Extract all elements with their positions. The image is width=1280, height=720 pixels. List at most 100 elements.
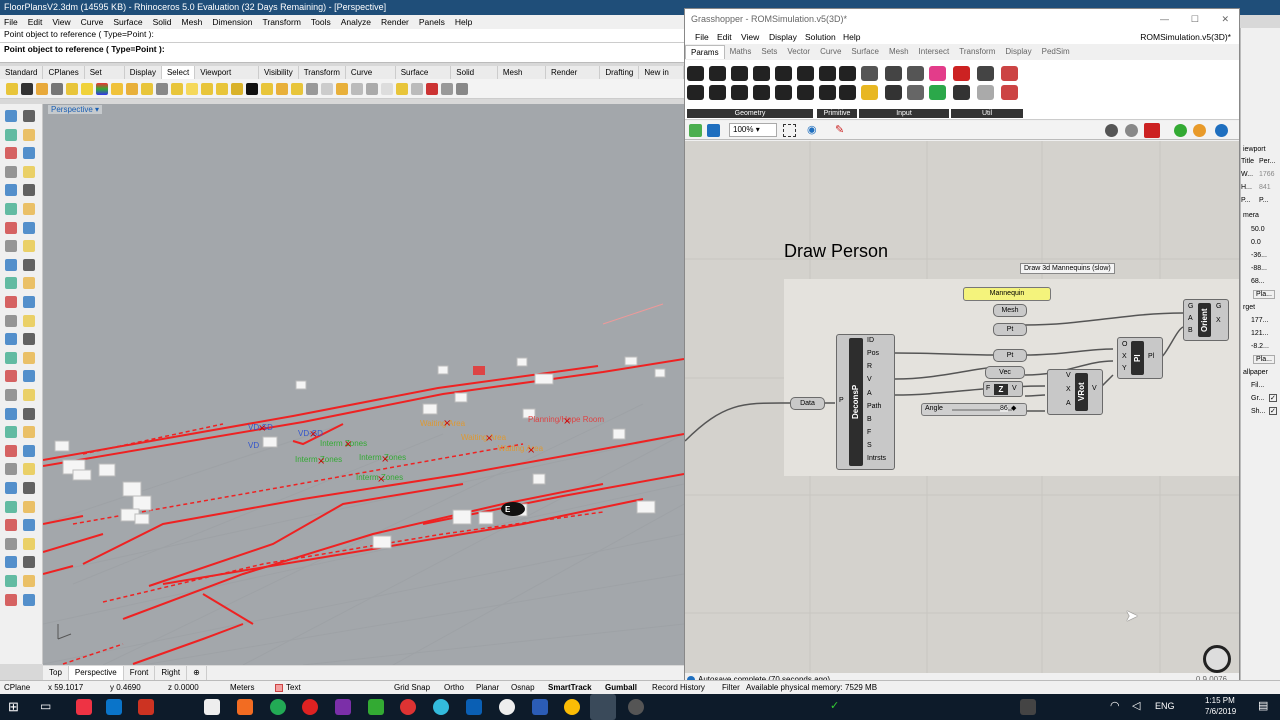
left-tool-icon[interactable] (23, 575, 35, 587)
taskbar-maps-icon[interactable] (400, 699, 416, 715)
gh-menu-display[interactable]: Display (769, 32, 797, 42)
left-tool-icon[interactable] (5, 221, 17, 234)
panel-lens-value[interactable]: 50.0 (1251, 226, 1265, 233)
taskbar-app-icon[interactable] (237, 699, 253, 715)
left-tool-icon[interactable] (23, 556, 35, 569)
group-input[interactable]: Input (859, 109, 949, 118)
data-node[interactable]: Data (790, 397, 825, 410)
select-lights-icon[interactable] (171, 82, 183, 95)
select-closed-icon[interactable] (276, 82, 288, 95)
orient-input-b[interactable]: B (1188, 327, 1193, 334)
preview-wireframe-icon[interactable] (1105, 124, 1118, 137)
taskbar-grasshopper-icon[interactable] (590, 694, 616, 720)
data-recorder-icon[interactable] (1001, 66, 1018, 81)
plane-output-pl[interactable]: Pl (1148, 353, 1154, 360)
language-indicator[interactable]: ENG (1155, 701, 1175, 711)
gh-document-name[interactable]: ROMSimulation.v5(3D)* (1140, 32, 1231, 42)
menu-view[interactable]: View (52, 17, 70, 27)
zoom-extents-icon[interactable] (783, 124, 796, 137)
left-tool-icon[interactable] (23, 333, 35, 346)
status-planar[interactable]: Planar (476, 681, 499, 695)
left-tool-icon[interactable] (5, 556, 17, 569)
preview-selected-icon[interactable] (1144, 123, 1160, 138)
plane-param-icon[interactable] (709, 85, 726, 100)
gh-tab-sets[interactable]: Sets (756, 45, 782, 59)
select-annotations-icon[interactable] (186, 82, 198, 95)
plane-component[interactable]: O X Y Pl Pl (1117, 337, 1163, 379)
number-param-icon[interactable] (819, 85, 836, 100)
menu-solid[interactable]: Solid (153, 17, 172, 27)
deconsp-output-id[interactable]: ID (867, 337, 874, 344)
left-tool-icon[interactable] (5, 500, 17, 513)
panel-projection-value[interactable]: P... (1259, 197, 1269, 204)
preview-eye-icon[interactable]: ◉ (807, 124, 821, 137)
left-tool-icon[interactable] (23, 277, 35, 290)
orient-input-g[interactable]: G (1188, 303, 1193, 310)
select-meshes-icon[interactable] (156, 82, 168, 95)
clock-time[interactable]: 1:15 PM (1205, 696, 1235, 705)
deconsp-output-a[interactable]: A (867, 390, 872, 397)
status-filter[interactable]: Filter (722, 681, 740, 695)
left-tool-icon[interactable] (5, 128, 17, 141)
left-tool-icon[interactable] (23, 147, 35, 160)
viewport-tab-perspective[interactable]: Perspective (68, 666, 124, 680)
vrot-input-x[interactable]: X (1066, 386, 1071, 393)
unit-z-component[interactable]: F Z V (983, 381, 1023, 397)
circle-param-icon[interactable] (709, 66, 726, 81)
left-tool-icon[interactable] (23, 389, 35, 401)
colour-swatch-icon[interactable] (929, 66, 946, 81)
preview-shaded-icon[interactable] (1125, 124, 1138, 137)
sketch-pen-icon[interactable]: ✎ (835, 124, 848, 137)
value-list-icon[interactable] (907, 66, 924, 81)
button-icon[interactable] (885, 85, 902, 100)
status-cplane[interactable]: CPlane (4, 681, 30, 695)
zoom-dropdown[interactable]: 100% ▾ (729, 123, 777, 137)
tab-select[interactable]: Select (161, 66, 196, 79)
notifications-icon[interactable]: ▤ (1258, 699, 1274, 715)
deconsp-output-b[interactable]: B (867, 416, 872, 423)
left-tool-icon[interactable] (5, 537, 17, 550)
panel-rotation-value[interactable]: 0.0 (1251, 239, 1261, 246)
integer-param-icon[interactable] (839, 66, 856, 81)
left-tool-icon[interactable] (23, 221, 35, 234)
left-tool-icon[interactable] (23, 314, 35, 327)
left-tool-icon[interactable] (5, 333, 17, 346)
gradient-icon[interactable] (929, 85, 946, 100)
tab-display[interactable]: Display (125, 66, 162, 79)
deconsp-output-intrsts[interactable]: Intrsts (867, 455, 886, 462)
select-all-icon[interactable] (6, 82, 18, 95)
viewport-tab-front[interactable]: Front (124, 666, 156, 680)
tab-visibility[interactable]: Visibility (259, 66, 299, 79)
select-pointcloud-icon[interactable] (351, 82, 363, 95)
panel-gray-checkbox[interactable]: ✓ (1269, 394, 1277, 402)
taskbar-app-icon[interactable] (433, 699, 449, 715)
plane-input-y[interactable]: Y (1122, 365, 1127, 372)
left-tool-icon[interactable] (23, 165, 35, 178)
left-tool-icon[interactable] (23, 519, 35, 532)
deconsp-input-p[interactable]: P (839, 397, 844, 404)
left-tool-icon[interactable] (23, 351, 35, 364)
select-duplicates-icon[interactable] (291, 82, 303, 95)
select-curves-icon[interactable] (111, 82, 123, 95)
zoom-selected-icon[interactable] (441, 82, 453, 95)
left-tool-icon[interactable] (23, 184, 35, 197)
close-icon[interactable]: ✕ (1221, 9, 1229, 29)
select-filter-icon[interactable] (456, 82, 468, 95)
tab-drafting[interactable]: Drafting (600, 66, 640, 79)
cherry-icon[interactable] (953, 66, 970, 81)
taskbar-app-icon[interactable] (138, 699, 154, 715)
invert-selection-icon[interactable] (36, 82, 48, 95)
angle-slider-value[interactable]: 86 (1000, 405, 1008, 412)
gh-tab-intersect[interactable]: Intersect (914, 45, 955, 59)
tab-transform[interactable]: Transform (299, 66, 346, 79)
box-param-icon[interactable] (753, 66, 770, 81)
deconsp-output-s[interactable]: S (867, 442, 872, 449)
left-tool-icon[interactable] (5, 370, 17, 383)
tab-curve-tools[interactable]: Curve Tools (346, 66, 396, 90)
brep-param-icon[interactable] (775, 66, 792, 81)
slider-grip-icon[interactable]: ◆ (1011, 404, 1016, 412)
plane-input-o[interactable]: O (1122, 341, 1127, 348)
volume-icon[interactable]: ◁ (1132, 699, 1148, 715)
gh-tab-curve[interactable]: Curve (815, 45, 846, 59)
left-tool-icon[interactable] (5, 258, 17, 271)
